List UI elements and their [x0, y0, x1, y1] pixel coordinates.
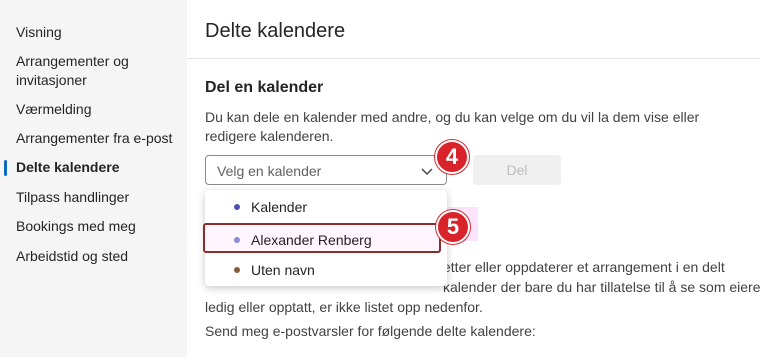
step-badge-4: 4 — [435, 140, 469, 174]
share-button[interactable]: Del — [473, 155, 561, 185]
info-line-3: ledig eller opptatt, er ikke listet opp … — [205, 299, 483, 315]
sidebar-item-delte-kalendere[interactable]: Delte kalendere — [16, 158, 181, 177]
info-line-1: etter eller oppdaterer et arrangement i … — [443, 259, 725, 275]
calendar-color-dot — [234, 237, 240, 243]
sidebar-item-arbeidstid-og-sted[interactable]: Arbeidstid og sted — [16, 247, 181, 266]
calendar-options-menu: Kalender Alexander Renberg Uten navn — [203, 190, 447, 286]
active-nav-indicator — [4, 160, 7, 176]
menu-item-label: Alexander Renberg — [251, 232, 372, 248]
menu-item-kalender[interactable]: Kalender — [205, 192, 447, 222]
section-title: Del en kalender — [205, 79, 324, 96]
calendar-color-dot — [234, 204, 240, 210]
header-divider — [187, 58, 760, 59]
info-line-2: kalender der bare du har tillatelse til … — [443, 279, 760, 295]
sidebar-item-arrangementer-og-invitasjoner[interactable]: Arrangementer og invitasjoner — [16, 52, 181, 90]
step-badge-5: 5 — [436, 210, 470, 244]
calendar-color-dot — [234, 267, 240, 273]
section-description: Du kan dele en kalender med andre, og du… — [205, 109, 700, 144]
settings-sidebar: Visning Arrangementer og invitasjoner Væ… — [0, 0, 187, 357]
menu-item-label: Uten navn — [251, 262, 315, 278]
menu-item-alexander-renberg[interactable]: Alexander Renberg — [203, 223, 447, 255]
dropdown-placeholder: Velg en kalender — [217, 163, 322, 179]
menu-item-label: Kalender — [251, 199, 308, 215]
sidebar-item-tilpass-handlinger[interactable]: Tilpass handlinger — [16, 188, 181, 207]
calendar-select-dropdown[interactable]: Velg en kalender — [205, 155, 447, 185]
chevron-down-icon — [421, 168, 433, 175]
sidebar-item-vaermelding[interactable]: Værmelding — [16, 100, 181, 119]
menu-item-uten-navn[interactable]: Uten navn — [205, 255, 447, 285]
sidebar-item-bookings-med-meg[interactable]: Bookings med meg — [16, 217, 181, 236]
email-notification-label: Send meg e-postvarsler for følgende delt… — [205, 323, 536, 339]
sidebar-item-arrangementer-fra-e-post[interactable]: Arrangementer fra e-post — [16, 129, 181, 148]
sidebar-item-visning[interactable]: Visning — [16, 23, 181, 42]
page-title: Delte kalendere — [205, 20, 346, 42]
